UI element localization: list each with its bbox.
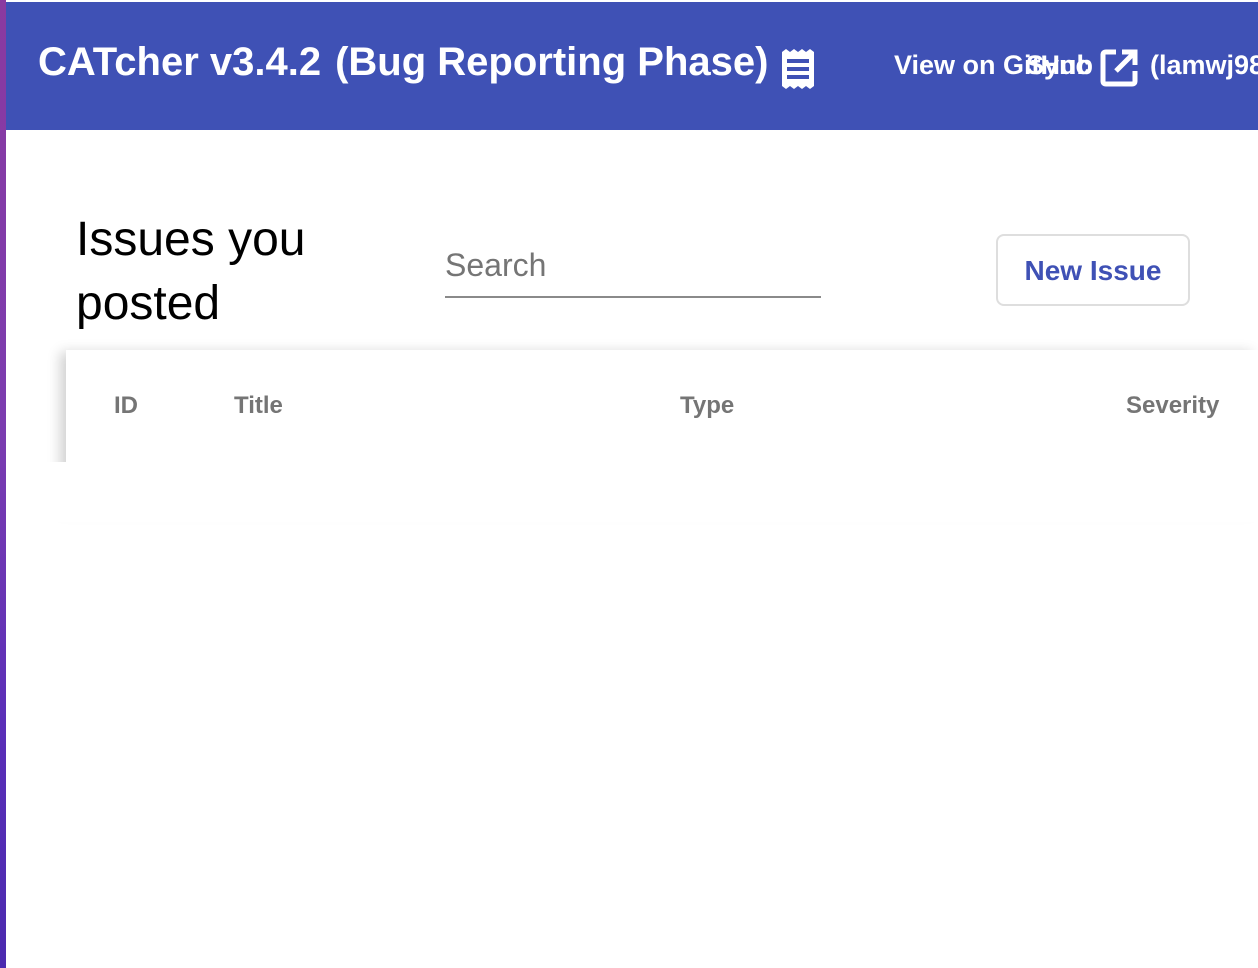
column-header-type[interactable]: Type bbox=[680, 392, 734, 420]
column-header-title[interactable]: Title bbox=[234, 392, 283, 420]
app-version-title: CATcher v3.4.2 bbox=[38, 40, 322, 84]
column-header-severity[interactable]: Severity bbox=[1126, 392, 1219, 420]
table-header-row: ID Title Type Severity bbox=[66, 350, 1258, 464]
sync-button[interactable]: Sync bbox=[1026, 50, 1091, 81]
table-body bbox=[40, 462, 1258, 522]
top-toolbar: CATcher v3.4.2 (Bug Reporting Phase) View… bbox=[6, 2, 1258, 130]
app-title: CATcher v3.4.2 (Bug Reporting Phase) bbox=[38, 40, 768, 85]
search-input[interactable] bbox=[445, 240, 815, 290]
page-title: Issues you posted bbox=[76, 213, 306, 330]
window-edge bbox=[0, 0, 6, 968]
column-header-id[interactable]: ID bbox=[114, 392, 138, 420]
open-in-new-icon[interactable] bbox=[1100, 48, 1138, 88]
user-label: (lamwj98 bbox=[1150, 50, 1258, 80]
search-field[interactable] bbox=[445, 240, 821, 298]
receipt-icon[interactable] bbox=[778, 48, 818, 90]
new-issue-button[interactable]: New Issue bbox=[996, 234, 1190, 306]
phase-label: (Bug Reporting Phase) bbox=[335, 40, 769, 84]
